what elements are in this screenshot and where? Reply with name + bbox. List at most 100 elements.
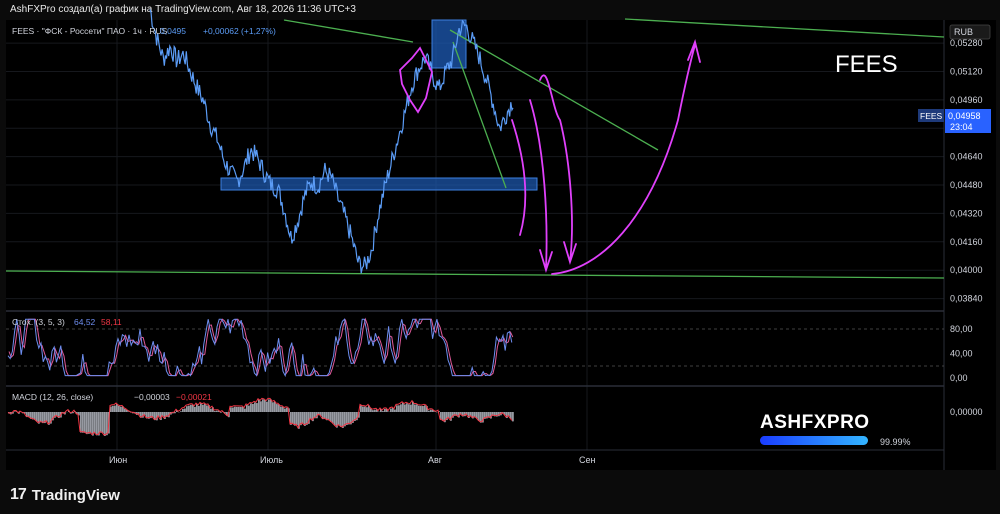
- trendline-bottom[interactable]: [5, 270, 945, 279]
- macd-bar: [410, 404, 412, 412]
- macd-bar: [262, 399, 264, 412]
- macd-bar: [280, 406, 282, 412]
- trendline-upper-right[interactable]: [624, 18, 945, 38]
- macd-bar: [286, 407, 288, 412]
- macd-value: −0,00003: [134, 392, 170, 402]
- macd-bar: [194, 406, 196, 412]
- stoch-tick-label: 80,00: [950, 324, 973, 334]
- trendline-descending[interactable]: [449, 29, 659, 151]
- price-tick-label: 0,05120: [950, 66, 983, 76]
- legend-symbol[interactable]: FEES · "ФСК - Россети" ПАО · 1ч · RUS: [12, 26, 168, 36]
- price-tick-label: 0,04000: [950, 265, 983, 275]
- macd-bar: [256, 403, 258, 412]
- time-axis[interactable]: Июн Июль Авг Сен: [109, 455, 596, 465]
- price-tick-label: 0,03840: [950, 294, 983, 304]
- macd-bar: [402, 402, 404, 412]
- drawing-shape-left[interactable]: [399, 46, 433, 114]
- macd-bar: [186, 406, 188, 412]
- macd-title[interactable]: MACD (12, 26, close): [12, 392, 93, 402]
- macd-bar: [36, 412, 38, 422]
- macd-bar: [418, 405, 420, 412]
- legend-change: +0,00062 (+1,27%): [203, 26, 276, 36]
- price-tick-label: 0,04960: [950, 95, 983, 105]
- price-tick-label: 0,04160: [950, 237, 983, 247]
- price-tag-countdown: 23:04: [950, 122, 973, 132]
- macd-bar: [362, 406, 364, 412]
- drawing-arrow-3[interactable]: [539, 74, 577, 265]
- macd-bar: [82, 412, 84, 433]
- macd-bar: [202, 404, 204, 412]
- stoch-title[interactable]: Стох. (3, 5, 3): [12, 317, 65, 327]
- macd-bar: [188, 405, 190, 412]
- macd-bar: [372, 410, 374, 412]
- resistance-zone[interactable]: [431, 19, 467, 69]
- macd-bar: [416, 404, 418, 412]
- macd-bar: [214, 411, 216, 412]
- macd-axis[interactable]: 0,00000: [950, 407, 983, 417]
- macd-bar: [200, 403, 202, 412]
- macd-bar: [422, 406, 424, 412]
- macd-bar: [302, 412, 304, 424]
- tradingview-logo[interactable]: 17 TradingView: [10, 486, 120, 504]
- time-tick-label: Авг: [428, 455, 443, 465]
- drawing-projection-curve[interactable]: [551, 39, 701, 275]
- macd-bar: [348, 412, 350, 425]
- macd-bar: [244, 408, 246, 412]
- macd-bar: [112, 405, 114, 412]
- macd-bar: [100, 412, 102, 433]
- macd-bar: [118, 405, 120, 412]
- macd-bar: [266, 401, 268, 412]
- macd-bar: [272, 402, 274, 412]
- tradingview-logo-text: TradingView: [31, 486, 120, 504]
- price-axis[interactable]: 0,052800,051200,049600,048000,046400,044…: [950, 38, 983, 304]
- macd-bar: [184, 408, 186, 412]
- legend-price: 0,0495: [160, 26, 186, 36]
- macd-bar: [374, 409, 376, 412]
- macd-bar: [102, 412, 104, 434]
- macd-bar: [260, 401, 262, 412]
- macd-bar: [80, 412, 82, 433]
- macd-bar: [408, 404, 410, 412]
- price-tag-value: 0,04958: [948, 111, 981, 121]
- macd-bar: [396, 405, 398, 412]
- macd-bar: [394, 409, 396, 412]
- macd-bar: [114, 405, 116, 412]
- macd-bar: [120, 406, 122, 412]
- macd-bar: [14, 411, 16, 412]
- stoch-tick-label: 0,00: [950, 373, 968, 383]
- price-tick-label: 0,04640: [950, 152, 983, 162]
- macd-bar: [424, 405, 426, 412]
- macd-bar: [296, 412, 298, 426]
- macd-bar: [106, 412, 108, 436]
- macd-bar: [196, 404, 198, 412]
- macd-bar: [246, 405, 248, 412]
- macd-bar: [210, 408, 212, 412]
- macd-bar: [264, 399, 266, 412]
- price-tick-label: 0,04480: [950, 180, 983, 190]
- macd-bar: [232, 407, 234, 412]
- stoch-axis[interactable]: 80,00 40,00 0,00: [950, 324, 973, 383]
- macd-bar: [230, 407, 232, 412]
- macd-bar: [240, 407, 242, 412]
- macd-bar: [294, 412, 296, 426]
- macd-bar: [390, 408, 392, 412]
- macd-bar: [340, 412, 342, 427]
- macd-bar: [276, 404, 278, 412]
- chart-canvas[interactable]: 0,052800,051200,049600,048000,046400,044…: [0, 0, 1000, 514]
- macd-signal-value: −0,00021: [176, 392, 212, 402]
- brand-name: ASHFXPRO: [760, 412, 870, 433]
- price-tag-symbol: FEES: [920, 111, 943, 121]
- macd-bar: [398, 405, 400, 412]
- macd-bar: [382, 411, 384, 412]
- trendline-upper-left[interactable]: [283, 19, 414, 43]
- support-zone[interactable]: [220, 177, 538, 191]
- macd-bar: [216, 410, 218, 412]
- macd-bar: [182, 409, 184, 412]
- macd-bar: [366, 407, 368, 412]
- macd-bar: [292, 412, 294, 425]
- macd-bar: [238, 406, 240, 412]
- macd-bar: [252, 403, 254, 412]
- macd-tick-label: 0,00000: [950, 407, 983, 417]
- macd-bar: [90, 412, 92, 434]
- macd-bar: [332, 412, 334, 424]
